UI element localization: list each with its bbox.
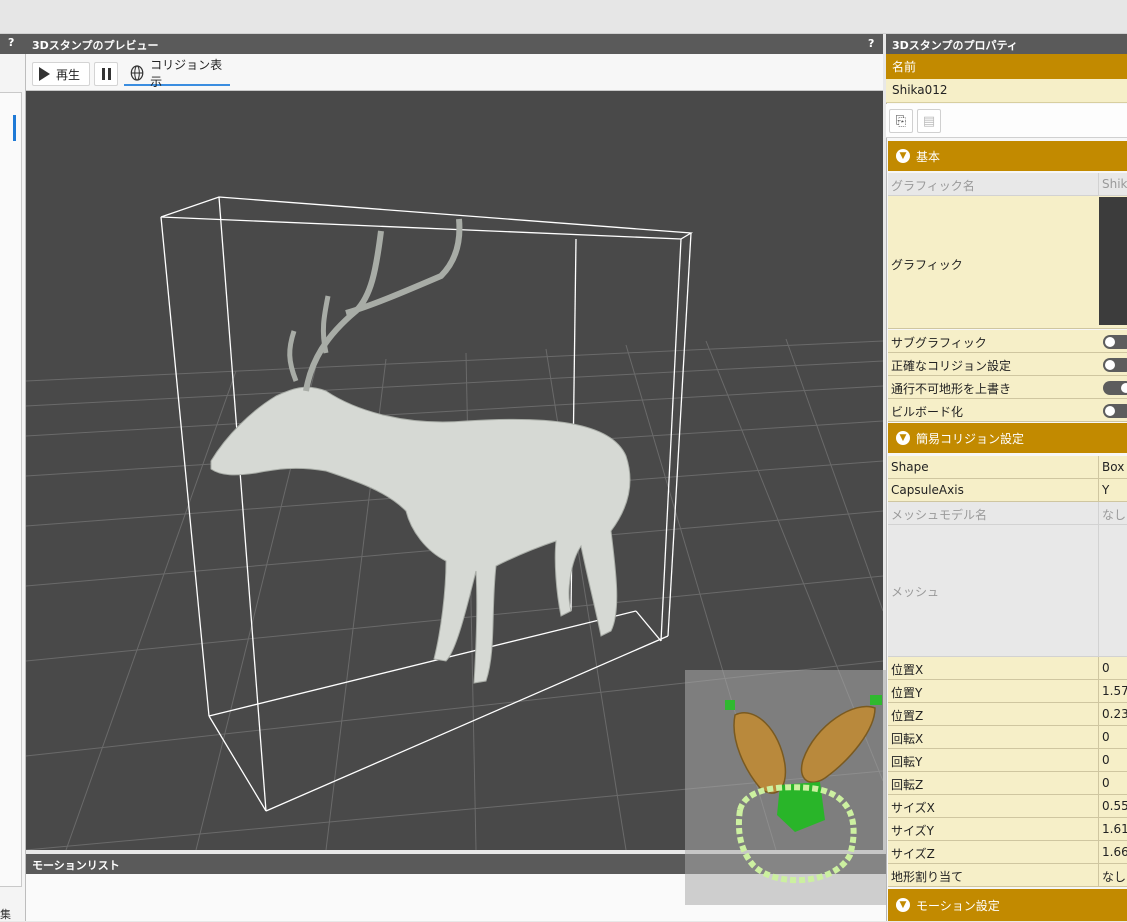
prop-label: 回転Y — [891, 755, 923, 769]
name-label: 名前 — [886, 54, 1127, 79]
prop-row-pos-z[interactable]: 位置Z 0.23 — [888, 703, 1127, 726]
prop-label: 地形割り当て — [891, 870, 964, 884]
prop-row-rot-z[interactable]: 回転Z 0 — [888, 772, 1127, 795]
prop-row-pos-y[interactable]: 位置Y 1.57 — [888, 680, 1127, 703]
play-icon — [39, 67, 50, 81]
prop-value[interactable]: なし — [1098, 864, 1127, 886]
deer-model — [210, 218, 631, 684]
prop-value[interactable]: 1.66 — [1098, 841, 1127, 863]
prop-label: サイズX — [891, 801, 935, 815]
paste-icon[interactable]: ▤ — [917, 109, 941, 133]
prop-label: グラフィック名 — [891, 179, 975, 193]
property-actions: ⎘ ▤ — [886, 104, 1127, 138]
section-motion-label: モーション設定 — [916, 898, 1000, 913]
prop-value: なし — [1098, 502, 1127, 524]
prop-value[interactable]: 1.57 — [1098, 680, 1127, 702]
prop-row-terrain-assign[interactable]: 地形割り当て なし — [888, 864, 1127, 887]
collision-icon — [130, 65, 144, 81]
prop-value[interactable]: 0.55 — [1098, 795, 1127, 817]
prop-label: サイズZ — [891, 847, 935, 861]
prop-row-size-x[interactable]: サイズX 0.55 — [888, 795, 1127, 818]
prop-label: サイズY — [891, 824, 934, 838]
prop-value[interactable]: 0 — [1098, 726, 1127, 748]
left-help-icon[interactable]: ? — [8, 36, 14, 49]
pause-button[interactable] — [94, 62, 118, 86]
prop-row-rot-y[interactable]: 回転Y 0 — [888, 749, 1127, 772]
prop-label: 位置Z — [891, 709, 924, 723]
section-simple-collision[interactable]: ▼ 簡易コリジョン設定 — [888, 423, 1127, 453]
prop-label: 通行不可地形を上書き — [891, 382, 1012, 396]
section-basic[interactable]: ▼ 基本 — [888, 141, 1127, 171]
prop-label: ビルボード化 — [891, 405, 964, 419]
prop-row-capsule-axis[interactable]: CapsuleAxis Y — [888, 479, 1127, 502]
prop-label: グラフィック — [891, 258, 963, 272]
left-bottom-button[interactable]: 集 — [0, 906, 11, 922]
graphic-thumbnail[interactable] — [1099, 197, 1127, 325]
left-scrollbar[interactable] — [13, 115, 16, 141]
section-basic-label: 基本 — [916, 149, 941, 164]
collision-display-toggle[interactable]: コリジョン表示 — [124, 58, 230, 89]
prop-label: Shape — [891, 460, 929, 474]
prop-row-override-terrain[interactable]: 通行不可地形を上書き — [888, 376, 1127, 399]
chevron-down-icon: ▼ — [896, 431, 910, 445]
prop-label: サブグラフィック — [891, 336, 987, 350]
preview-panel-title: 3Dスタンプのプレビュー — [26, 34, 883, 54]
subgraphic-toggle[interactable] — [1103, 335, 1127, 349]
prop-label: メッシュモデル名 — [891, 508, 988, 522]
prop-row-billboard[interactable]: ビルボード化 — [888, 399, 1127, 422]
properties-panel-title: 3Dスタンプのプロパティ — [886, 34, 1127, 54]
top-bar — [0, 0, 1127, 34]
precise-collision-toggle[interactable] — [1103, 358, 1127, 372]
prop-row-size-z[interactable]: サイズZ 1.66 — [888, 841, 1127, 864]
prop-label: CapsuleAxis — [891, 483, 964, 497]
prop-row-shape[interactable]: Shape Box — [888, 456, 1127, 479]
prop-row-precise-collision[interactable]: 正確なコリジョン設定 — [888, 353, 1127, 376]
prop-value[interactable]: 0 — [1098, 772, 1127, 794]
prop-label: 回転X — [891, 732, 924, 746]
prop-row-mesh-model-name[interactable]: メッシュモデル名 なし — [888, 502, 1127, 525]
prop-row-subgraphic[interactable]: サブグラフィック — [888, 330, 1127, 353]
play-label: 再生 — [56, 67, 81, 82]
prop-value[interactable]: Box — [1098, 456, 1127, 478]
section-simple-collision-label: 簡易コリジョン設定 — [916, 431, 1025, 446]
section-motion[interactable]: ▼ モーション設定 — [888, 889, 1127, 921]
left-list[interactable] — [0, 92, 22, 887]
prop-value[interactable]: 0 — [1098, 749, 1127, 771]
prop-row-mesh[interactable]: メッシュ — [888, 525, 1127, 657]
preview-toolbar: 再生 コリジョン表示 — [26, 54, 883, 91]
mesh-preview — [1098, 525, 1127, 656]
prop-value[interactable]: 0.23 — [1098, 703, 1127, 725]
pause-icon — [101, 68, 111, 80]
name-field[interactable]: Shika012 — [886, 79, 1127, 103]
prop-value[interactable]: 0 — [1098, 657, 1127, 679]
chevron-down-icon: ▼ — [896, 898, 910, 912]
prop-row-size-y[interactable]: サイズY 1.61 — [888, 818, 1127, 841]
collision-label: コリジョン表示 — [150, 58, 223, 89]
prop-row-graphic[interactable]: グラフィック — [888, 196, 1127, 329]
prop-label: メッシュ — [891, 585, 940, 599]
prop-label: 正確なコリジョン設定 — [891, 359, 1012, 373]
chevron-down-icon: ▼ — [896, 149, 910, 163]
preview-help-icon[interactable]: ? — [868, 37, 874, 50]
prop-label: 位置X — [891, 663, 924, 677]
play-button[interactable]: 再生 — [32, 62, 90, 86]
billboard-toggle[interactable] — [1103, 404, 1127, 418]
prop-value[interactable]: Y — [1098, 479, 1127, 501]
override-terrain-toggle[interactable] — [1103, 381, 1127, 395]
prop-row-graphic-name[interactable]: グラフィック名 Shik — [888, 173, 1127, 196]
copy-icon[interactable]: ⎘ — [889, 109, 913, 133]
prop-label: 位置Y — [891, 686, 923, 700]
prop-value: Shik — [1098, 173, 1127, 195]
prop-row-rot-x[interactable]: 回転X 0 — [888, 726, 1127, 749]
prop-value[interactable]: 1.61 — [1098, 818, 1127, 840]
prop-row-pos-x[interactable]: 位置X 0 — [888, 657, 1127, 680]
prop-label: 回転Z — [891, 778, 924, 792]
